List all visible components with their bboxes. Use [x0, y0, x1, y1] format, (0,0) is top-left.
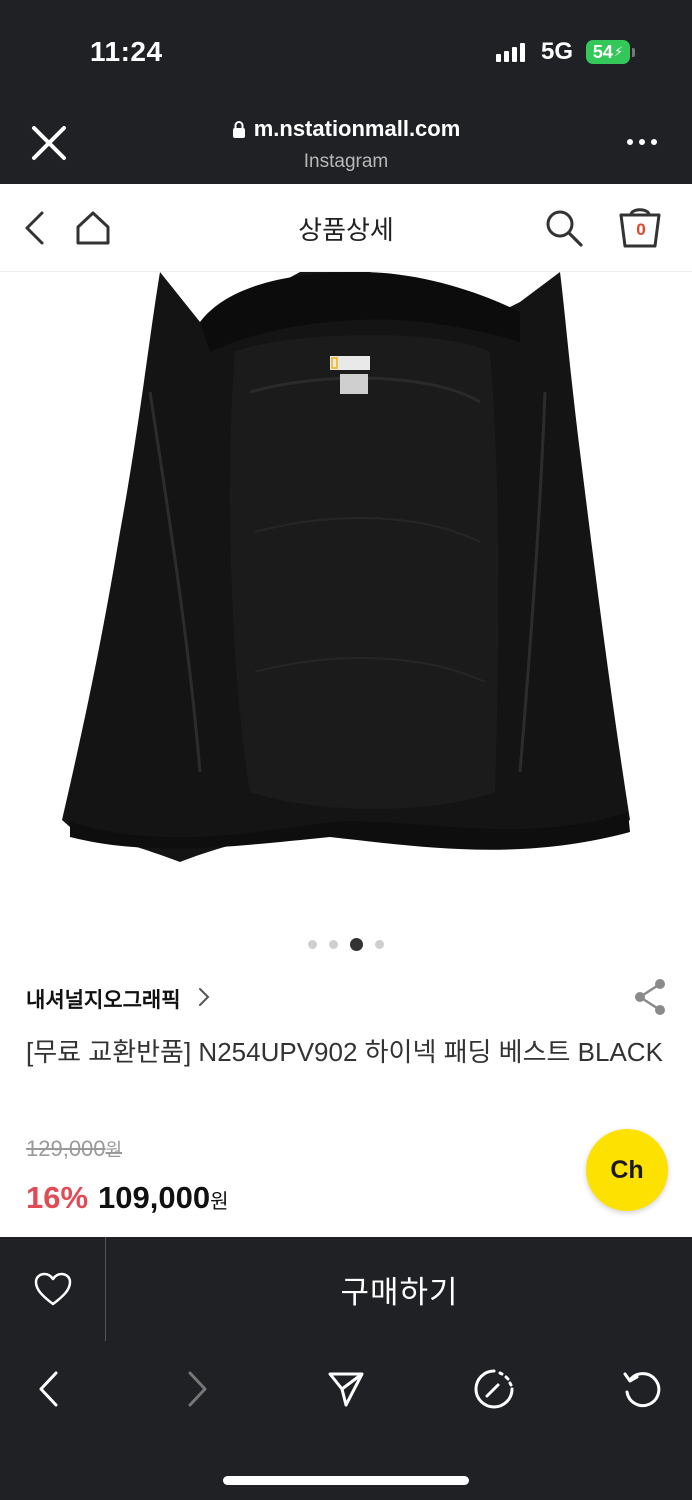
battery-level: 54: [592, 41, 613, 62]
sale-price: 109,000원: [98, 1180, 228, 1216]
heart-icon: [34, 1272, 71, 1306]
back-arrow-icon[interactable]: [24, 1365, 72, 1413]
url-source: Instagram: [303, 151, 389, 172]
carousel-dot[interactable]: [329, 940, 338, 949]
battery-icon: 54 ⚡: [586, 40, 630, 64]
carousel-dot[interactable]: [308, 940, 317, 949]
chat-button[interactable]: Ch: [586, 1129, 668, 1211]
wishlist-button[interactable]: [0, 1237, 106, 1341]
carousel-indicator: [0, 938, 692, 951]
brand-link[interactable]: 내셔널지오그래픽: [26, 984, 181, 1014]
network-type: 5G: [541, 38, 574, 65]
search-icon[interactable]: [544, 208, 584, 248]
share-icon[interactable]: [632, 977, 668, 1017]
original-price-value: 129,000: [26, 1136, 106, 1161]
chevron-right-icon[interactable]: [198, 987, 210, 1007]
original-price-unit: 원: [105, 1140, 123, 1160]
original-price: 129,000원: [26, 1136, 122, 1162]
url-text: m.nstationmall.com: [253, 116, 461, 141]
lock-icon: [232, 121, 245, 138]
signal-icon: [496, 42, 525, 62]
forward-arrow-icon[interactable]: [174, 1365, 222, 1413]
product-name: [무료 교환반품] N254UPV902 하이넥 패딩 베스트 BLACK: [26, 1037, 663, 1067]
product-image[interactable]: [0, 272, 692, 922]
battery-nub: [632, 48, 635, 57]
refresh-icon[interactable]: [618, 1365, 666, 1413]
carousel-dot-active[interactable]: [350, 938, 363, 951]
product-photo: [62, 272, 630, 862]
url-bar[interactable]: m.nstationmall.com: [0, 116, 692, 142]
browser-chrome: 11:24 5G 54 ⚡ m.nstationmall.com Instagra…: [0, 0, 692, 184]
speed-icon[interactable]: [470, 1365, 518, 1413]
discount-rate: 16%: [26, 1180, 89, 1215]
cart-count-badge: 0: [636, 220, 646, 239]
more-icon[interactable]: [627, 139, 657, 145]
send-icon[interactable]: [322, 1365, 370, 1413]
site-header: 상품상세 0: [0, 184, 692, 272]
sale-price-value: 109,000: [98, 1180, 211, 1215]
home-indicator[interactable]: [223, 1476, 469, 1485]
buy-bar: 구매하기: [0, 1237, 692, 1341]
buy-button[interactable]: 구매하기: [107, 1237, 692, 1341]
page-title: 상품상세: [298, 215, 394, 245]
status-time: 11:24: [90, 36, 163, 67]
carousel-dot[interactable]: [375, 940, 384, 949]
sale-price-unit: 원: [210, 1191, 229, 1213]
